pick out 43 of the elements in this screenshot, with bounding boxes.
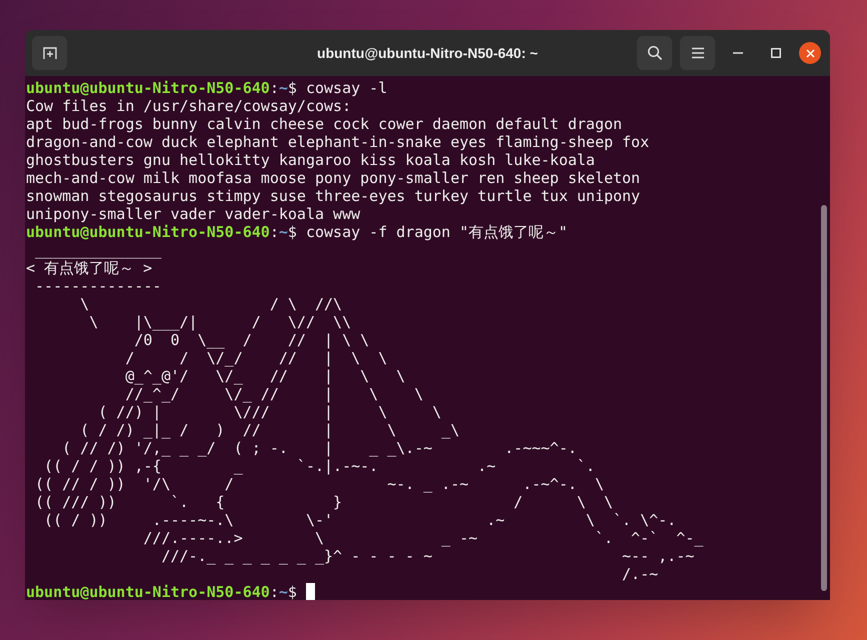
output-line: unipony-smaller vader vader-koala www bbox=[26, 205, 360, 223]
ascii-art-line: ( //) | \/// | \ \ bbox=[97, 403, 442, 421]
ascii-art-line: \ |\___/| / \// \\ bbox=[88, 313, 352, 331]
ascii-art-line: ______________ bbox=[34, 241, 162, 259]
ascii-art-line: < 有点饿了呢～ > bbox=[26, 259, 152, 277]
shell-prompt: ubuntu@ubuntu-Nitro-N50-640:~$ bbox=[26, 223, 298, 241]
ascii-art-line: /0 0 \__ / // | \ \ bbox=[133, 331, 370, 349]
maximize-icon bbox=[771, 48, 781, 58]
ascii-art-line: / / \/_/ // | \ \ bbox=[124, 349, 388, 367]
ascii-art-line: /.-~ bbox=[621, 565, 658, 583]
new-tab-icon bbox=[42, 45, 58, 61]
new-tab-button[interactable] bbox=[32, 36, 67, 70]
ascii-art-line: @_^_@'/ \/_ // | \ \ bbox=[124, 367, 406, 385]
minimize-icon bbox=[733, 52, 743, 54]
command-text: cowsay -l bbox=[306, 79, 388, 97]
menu-icon bbox=[690, 47, 704, 59]
search-icon bbox=[646, 45, 662, 61]
search-button[interactable] bbox=[637, 36, 672, 70]
output-line: mech-and-cow milk moofasa moose pony pony-smaller ren sheep skeleton bbox=[26, 169, 640, 187]
shell-prompt: ubuntu@ubuntu-Nitro-N50-640:~$ bbox=[26, 79, 298, 97]
ascii-art-line: (( /// )) `. { } / \ \ bbox=[34, 493, 613, 511]
ascii-art-line: ( // /) '/,_ _ _/ ( ; -. | _ _\.-~ .-~~~^-. bbox=[61, 439, 577, 457]
ascii-art-line: ///-._ _ _ _ _ _ _}^ - - - - ~ ~-- ,.-~ bbox=[160, 547, 694, 565]
ascii-art-line: \ / \ //\ bbox=[79, 295, 342, 313]
window-title: ubuntu@ubuntu-Nitro-N50-640: ~ bbox=[316, 44, 539, 62]
ascii-art-line: (( / / )) ,-{ _ `-.|.-~-. .~ `. bbox=[43, 457, 595, 475]
output-line: snowman stegosaurus stimpy suse three-eyes turkey turtle tux unipony bbox=[26, 187, 640, 205]
output-line: apt bud-frogs bunny calvin cheese cock cower daemon default dragon bbox=[26, 115, 622, 133]
close-icon bbox=[806, 48, 814, 58]
output-line: ghostbusters gnu hellokitty kangaroo kiss koala kosh luke-koala bbox=[26, 151, 595, 169]
ascii-art-line: //_^_/ \/_ // | \ \ bbox=[124, 385, 424, 403]
command-text: cowsay -f dragon "有点饿了呢～" bbox=[306, 223, 568, 241]
ascii-art-line: -------------- bbox=[34, 277, 162, 295]
ascii-art-line: (( / )) .----~-.\ \-' .~ \ `. \^-. bbox=[43, 511, 676, 529]
scrollbar-thumb[interactable] bbox=[821, 205, 827, 591]
close-button[interactable] bbox=[799, 42, 821, 64]
shell-prompt: ubuntu@ubuntu-Nitro-N50-640:~$ bbox=[26, 583, 298, 600]
ascii-art-line: (( // / )) '/\ / ~-. _ .-~ .-~^-. \ bbox=[34, 475, 604, 493]
menu-button[interactable] bbox=[680, 36, 715, 70]
ascii-art-line: ( / /) _|_ / ) // | \ _\ bbox=[79, 421, 460, 439]
ascii-art-line: ///.----..> \ _ -~ `. ^-` ^-_ bbox=[142, 529, 704, 547]
output-line: Cow files in /usr/share/cowsay/cows: bbox=[26, 97, 352, 115]
output-line: dragon-and-cow duck elephant elephant-in-snake eyes flaming-sheep fox bbox=[26, 133, 650, 151]
